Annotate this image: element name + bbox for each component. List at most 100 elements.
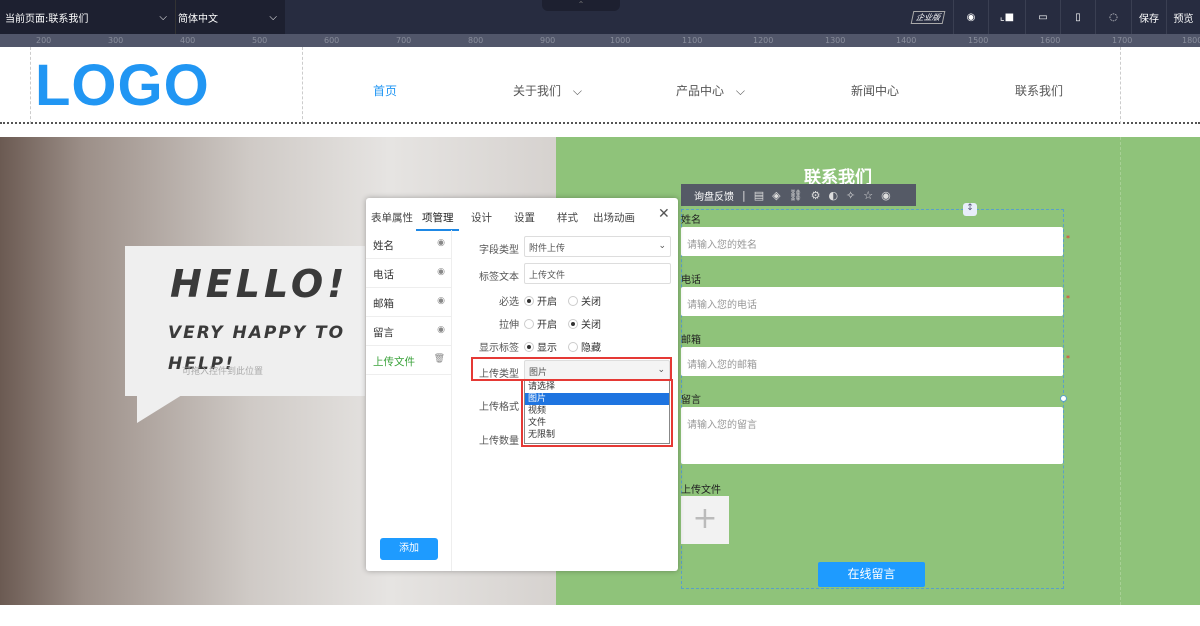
label-text-label: 标签文本 [479,272,519,283]
hello-heading: HELLO! [170,262,349,306]
language-selector[interactable]: 简体中文 ⌵ [176,0,285,34]
ruler-tick: 500 [252,36,268,45]
eye-icon[interactable]: ◉ [881,189,891,202]
ruler: 200 300 400 500 600 700 800 900 1000 1100 1200 1300… [0,34,1200,47]
ruler-tick: 400 [180,36,196,45]
tab-item-management[interactable]: 项管理 [422,210,454,225]
upload-plus-icon[interactable]: + [681,496,729,544]
email-input[interactable]: 请输入您的邮箱 [681,347,1063,376]
ruler-tick: 1600 [1040,36,1061,45]
required-on-radio[interactable]: 开启 [524,293,557,308]
nav-about[interactable]: 关于我们 ⌵ [513,82,582,99]
list-item-selected[interactable]: 上传文件 🗑 [366,346,452,375]
form-selection-box[interactable] [681,209,1064,589]
form-edit-icon[interactable]: ▤ [754,189,764,202]
support-icon[interactable]: ◌ [1095,0,1131,34]
message-textarea[interactable]: 请输入您的留言 [681,407,1063,464]
select-value: 附件上传 [529,244,566,254]
nav-contact[interactable]: 联系我们 [1015,82,1063,99]
ruler-tick: 1200 [753,36,774,45]
collapse-toolbar-button[interactable]: ⌃ [542,0,620,11]
field-type-select[interactable]: 附件上传 ⌄ [524,236,671,257]
layers-icon[interactable]: ◈ [772,189,780,202]
chevron-down-icon: ⌵ [159,11,167,23]
required-off-radio[interactable]: 关闭 [568,293,601,308]
tab-animation[interactable]: 出场动画 [593,210,635,225]
align-icon[interactable]: ⌞■ [988,0,1025,34]
chevron-down-icon: ⌵ [269,11,277,23]
show-label-show-radio[interactable]: 显示 [524,339,557,354]
eye-icon[interactable]: ◉ [437,238,445,250]
tab-form-properties[interactable]: 表单属性 [371,210,413,225]
list-item[interactable]: 电话 ◉ [366,259,452,288]
divider: | [742,188,746,202]
close-icon[interactable]: ✕ [658,206,670,222]
name-input[interactable]: 请输入您的姓名 [681,227,1063,256]
label-text-input[interactable]: 上传文件 [524,263,671,284]
ruler-tick: 600 [324,36,340,45]
item-label: 邮箱 [373,298,394,310]
save-button[interactable]: 保存 [1131,0,1166,34]
eye-icon[interactable]: ◉ [953,0,988,34]
stretch-off-radio[interactable]: 关闭 [568,316,601,331]
gear-icon[interactable]: ⚙ [811,189,821,202]
current-page-label: 当前页面:联系我们 [5,13,89,25]
ruler-tick: 700 [396,36,412,45]
ruler-tick: 300 [108,36,124,45]
star-icon[interactable]: ☆ [863,189,873,202]
required-label: 必选 [499,297,519,308]
submit-button[interactable]: 在线留言 [818,562,925,587]
tab-design[interactable]: 设计 [471,210,492,225]
palette-icon[interactable]: ◐ [828,189,838,202]
select-value: 图片 [529,368,548,378]
list-item[interactable]: 姓名 ◉ [366,230,452,259]
eye-icon[interactable]: ◉ [437,267,445,279]
magic-icon[interactable]: ✧ [846,189,855,202]
radio-dot [524,341,534,352]
logo[interactable]: LOGO [35,52,210,119]
ruler-tick: 1300 [825,36,846,45]
chevron-down-icon: ⌄ [658,241,666,251]
eye-icon[interactable]: ◉ [437,325,445,337]
nav-label: 关于我们 [513,84,562,98]
resize-handle-icon[interactable]: ↕ [963,203,977,216]
eye-icon[interactable]: ◉ [437,296,445,308]
stretch-on-radio[interactable]: 开启 [524,316,557,331]
ruler-tick: 900 [540,36,556,45]
resize-handle[interactable] [1060,395,1067,402]
page-selector[interactable]: 当前页面:联系我们 ⌵ [0,0,176,34]
chevron-down-icon: ⌄ [657,365,665,375]
nav-home[interactable]: 首页 [373,82,397,99]
language-label: 简体中文 [178,13,218,25]
phone-input[interactable]: 请输入您的电话 [681,287,1063,316]
chevron-down-icon: ⌵ [572,84,582,98]
tab-settings[interactable]: 设置 [514,210,535,225]
stretch-label: 拉伸 [499,320,519,331]
add-item-button[interactable]: 添加 [380,538,438,560]
upload-type-label: 上传类型 [479,369,519,380]
mobile-icon[interactable]: ▯ [1060,0,1095,34]
guide-line [302,47,303,124]
item-label: 姓名 [373,240,394,252]
trash-icon[interactable]: 🗑 [434,354,445,366]
show-label-label: 显示标签 [479,343,519,354]
nav-news[interactable]: 新闻中心 [851,82,899,99]
upload-type-select[interactable]: 图片 ⌄ [524,360,670,381]
preview-button[interactable]: 预览 [1166,0,1200,34]
field-label: 上传文件 [681,485,721,496]
guide-line [1120,47,1121,124]
list-item[interactable]: 留言 ◉ [366,317,452,346]
upload-count-label: 上传数量 [479,436,519,447]
radio-label: 开启 [537,297,557,308]
link-icon[interactable]: ⛓ [789,189,803,202]
nav-products[interactable]: 产品中心 ⌵ [676,82,745,99]
list-item[interactable]: 邮箱 ◉ [366,288,452,317]
radio-dot [568,295,578,306]
field-label: 电话 [681,275,701,286]
show-label-hide-radio[interactable]: 隐藏 [568,339,601,354]
desktop-icon[interactable]: ▭ [1025,0,1060,34]
form-toolbar: 询盘反馈 | ▤ ◈ ⛓ ⚙ ◐ ✧ ☆ ◉ [681,184,916,206]
radio-dot [568,341,578,352]
tab-style[interactable]: 样式 [557,210,578,225]
highlight-box [521,379,673,447]
